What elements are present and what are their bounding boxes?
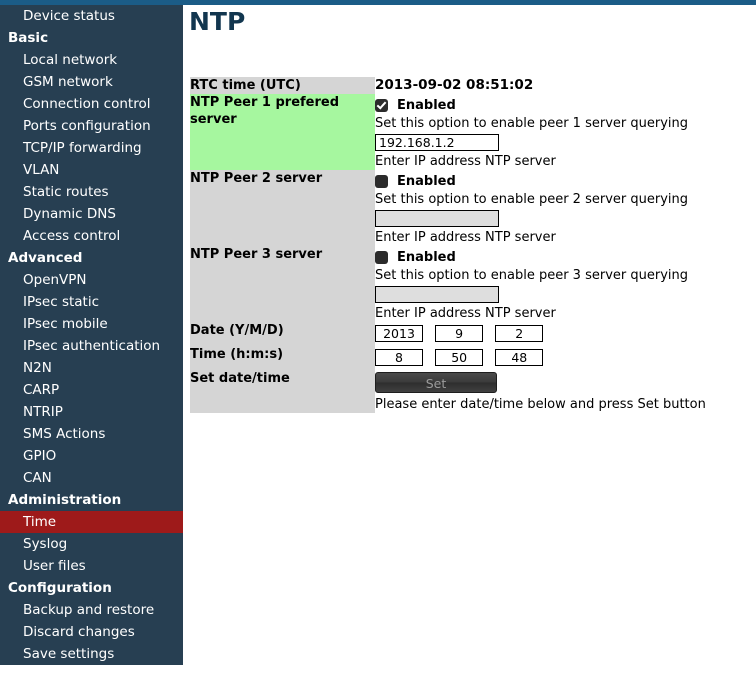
date-day-input[interactable]: [495, 325, 544, 342]
peer2-enabled-label: Enabled: [397, 173, 456, 189]
sidebar-item-time[interactable]: Time: [0, 511, 183, 533]
peer3-ip-input[interactable]: [375, 286, 499, 303]
peer2-enabled-checkbox[interactable]: [375, 174, 388, 188]
peer3-ip-hint: Enter IP address NTP server: [375, 306, 556, 321]
sidebar-item-dynamic-dns[interactable]: Dynamic DNS: [0, 203, 183, 225]
set-button[interactable]: Set: [375, 372, 497, 393]
table-row-peer1-enable: NTP Peer 1 prefered server Enabled Set t…: [190, 94, 750, 132]
sidebar-item-configuration: Configuration: [8, 580, 112, 596]
sidebar-item-device-status[interactable]: Device status: [0, 5, 183, 27]
peer3-enabled-label: Enabled: [397, 249, 456, 265]
set-datetime-cell: Set Please enter date/time below and pre…: [375, 370, 750, 413]
peer3-enabled-checkbox[interactable]: [375, 250, 388, 264]
sidebar-item-user-files[interactable]: User files: [0, 555, 183, 577]
peer2-ip-cell: Enter IP address NTP server: [375, 208, 750, 246]
date-inputs: [375, 323, 750, 344]
sidebar-item-save-settings[interactable]: Save settings: [0, 643, 183, 665]
sidebar-item-n2n[interactable]: N2N: [0, 357, 183, 379]
peer1-ip-cell: Enter IP address NTP server: [375, 132, 750, 170]
sidebar-item-access-control[interactable]: Access control: [0, 225, 183, 247]
table-row-peer2-enable: NTP Peer 2 server Enabled Set this optio…: [190, 170, 750, 208]
sidebar-item-gsm-network[interactable]: GSM network: [0, 71, 183, 93]
sidebar-item-connection-control[interactable]: Connection control: [0, 93, 183, 115]
peer1-label: NTP Peer 1 prefered server: [190, 94, 375, 132]
peer1-enabled-label: Enabled: [397, 97, 456, 113]
peer2-ip-hint: Enter IP address NTP server: [375, 230, 556, 245]
date-cell: [375, 322, 750, 346]
sidebar-item-discard-changes[interactable]: Discard changes: [0, 621, 183, 643]
date-month-input[interactable]: [435, 325, 484, 342]
set-datetime-hint: Please enter date/time below and press S…: [375, 397, 706, 412]
ntp-settings-table: RTC time (UTC) 2013-09-02 08:51:02 NTP P…: [190, 77, 750, 413]
peer3-ip-label-spacer: [190, 284, 375, 322]
table-row-peer2-ip: Enter IP address NTP server: [190, 208, 750, 246]
peer1-ip-hint: Enter IP address NTP server: [375, 154, 556, 169]
sidebar-item-can[interactable]: CAN: [0, 467, 183, 489]
peer2-ip-label-spacer: [190, 208, 375, 246]
sidebar-item-openvpn[interactable]: OpenVPN: [0, 269, 183, 291]
rtc-time-value: 2013-09-02 08:51:02: [375, 77, 750, 94]
sidebar-item-tcp-ip-forwarding[interactable]: TCP/IP forwarding: [0, 137, 183, 159]
table-row-peer1-ip: Enter IP address NTP server: [190, 132, 750, 170]
date-year-input[interactable]: [375, 325, 423, 342]
sidebar-item-vlan[interactable]: VLAN: [0, 159, 183, 181]
table-row-peer3-ip: Enter IP address NTP server: [190, 284, 750, 322]
set-datetime-label: Set date/time: [190, 370, 375, 413]
peer2-ip-input[interactable]: [375, 210, 499, 227]
sidebar-item-advanced: Advanced: [8, 250, 83, 266]
sidebar-item-static-routes[interactable]: Static routes: [0, 181, 183, 203]
peer1-ip-label-spacer: [190, 132, 375, 170]
peer1-enable-hint: Set this option to enable peer 1 server …: [375, 116, 688, 131]
sidebar-item-ipsec-authentication[interactable]: IPsec authentication: [0, 335, 183, 357]
peer3-label: NTP Peer 3 server: [190, 246, 375, 284]
sidebar-item-ipsec-static[interactable]: IPsec static: [0, 291, 183, 313]
sidebar-item-ntrip[interactable]: NTRIP: [0, 401, 183, 423]
peer1-ip-input[interactable]: [375, 134, 499, 151]
peer2-enable-row[interactable]: Enabled: [375, 172, 750, 190]
date-label: Date (Y/M/D): [190, 322, 375, 346]
time-cell: [375, 346, 750, 370]
peer2-label: NTP Peer 2 server: [190, 170, 375, 208]
peer3-enable-cell: Enabled Set this option to enable peer 3…: [375, 246, 750, 284]
sidebar-item-syslog[interactable]: Syslog: [0, 533, 183, 555]
peer3-enable-row[interactable]: Enabled: [375, 248, 750, 266]
time-second-input[interactable]: [495, 349, 544, 366]
sidebar-navigation: Device status Basic Local network GSM netwo…: [0, 5, 183, 665]
sidebar-item-ipsec-mobile[interactable]: IPsec mobile: [0, 313, 183, 335]
sidebar-item-local-network[interactable]: Local network: [0, 49, 183, 71]
sidebar-item-basic: Basic: [8, 30, 49, 46]
peer2-enable-hint: Set this option to enable peer 2 server …: [375, 192, 688, 207]
peer1-enabled-checkbox[interactable]: [375, 98, 388, 112]
sidebar-item-administration: Administration: [8, 492, 122, 508]
peer3-ip-cell: Enter IP address NTP server: [375, 284, 750, 322]
main-content: NTP RTC time (UTC) 2013-09-02 08:51:02 N…: [183, 5, 756, 676]
sidebar-item-ports-configuration[interactable]: Ports configuration: [0, 115, 183, 137]
peer2-enable-cell: Enabled Set this option to enable peer 2…: [375, 170, 750, 208]
sidebar-item-sms-actions[interactable]: SMS Actions: [0, 423, 183, 445]
table-row-date: Date (Y/M/D): [190, 322, 750, 346]
time-label: Time (h:m:s): [190, 346, 375, 370]
table-row-rtc-time: RTC time (UTC) 2013-09-02 08:51:02: [190, 77, 750, 94]
time-inputs: [375, 347, 750, 368]
peer1-enable-row[interactable]: Enabled: [375, 96, 750, 114]
sidebar-item-carp[interactable]: CARP: [0, 379, 183, 401]
table-row-set-datetime: Set date/time Set Please enter date/time…: [190, 370, 750, 413]
peer3-enable-hint: Set this option to enable peer 3 server …: [375, 268, 688, 283]
sidebar-item-backup-and-restore[interactable]: Backup and restore: [0, 599, 183, 621]
peer1-enable-cell: Enabled Set this option to enable peer 1…: [375, 94, 750, 132]
rtc-time-label: RTC time (UTC): [190, 77, 375, 94]
page-title: NTP: [189, 7, 246, 36]
sidebar-item-gpio[interactable]: GPIO: [0, 445, 183, 467]
table-row-time: Time (h:m:s): [190, 346, 750, 370]
time-hour-input[interactable]: [375, 349, 423, 366]
table-row-peer3-enable: NTP Peer 3 server Enabled Set this optio…: [190, 246, 750, 284]
time-minute-input[interactable]: [435, 349, 484, 366]
